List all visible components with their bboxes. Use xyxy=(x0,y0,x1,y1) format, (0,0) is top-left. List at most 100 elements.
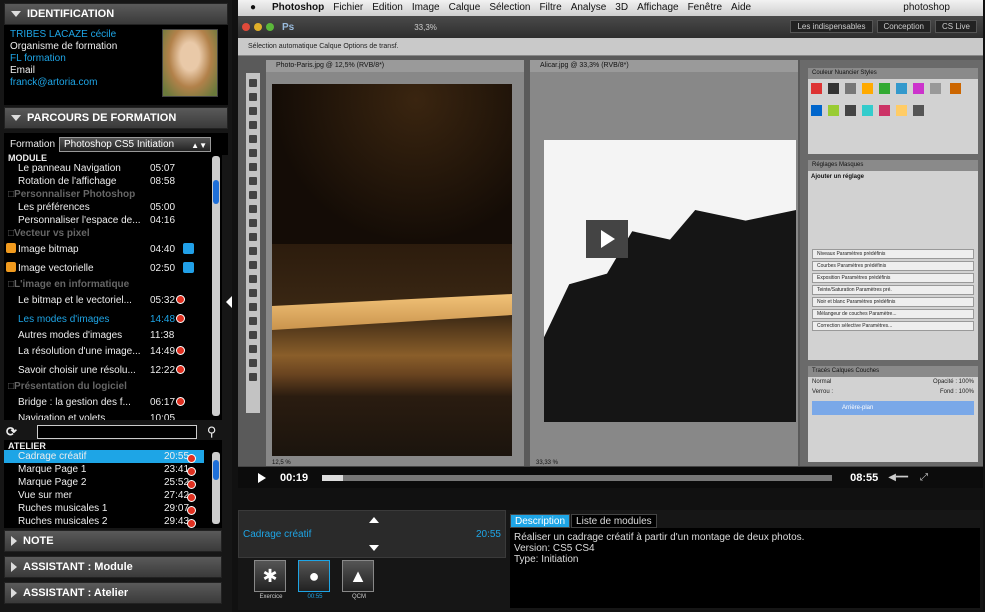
search-icon[interactable]: ⚲ xyxy=(207,424,217,440)
note-header[interactable]: NOTE xyxy=(4,530,222,552)
ink-photo xyxy=(544,140,796,422)
atelier-item[interactable]: Vue sur mer 27:42 xyxy=(4,489,222,502)
atelier-item[interactable]: Ruches musicales 2 29:43 xyxy=(4,515,222,528)
atelier-duration: 23:41 xyxy=(164,464,190,475)
module-section[interactable]: Présentation du logiciel xyxy=(4,380,222,393)
assistant-module-header[interactable]: ASSISTANT : Module xyxy=(4,556,222,578)
layers-panel: Tracés Calques Couches Normal Opacité : … xyxy=(808,366,978,462)
module-title: Autres modes d'images xyxy=(18,330,123,341)
module-item[interactable]: Le bitmap et le vectoriel... 05:32 xyxy=(4,291,222,310)
ps-menu-item: Affichage xyxy=(637,2,679,13)
atelier-item[interactable]: Cadrage créatif 20:55 xyxy=(4,450,204,463)
viewed-status-icon xyxy=(176,365,185,374)
module-item[interactable]: Autres modes d'images 11:38 xyxy=(4,329,222,342)
play-overlay-button[interactable] xyxy=(586,220,628,258)
module-scrollbar[interactable] xyxy=(212,156,220,416)
module-title: Les préférences xyxy=(18,202,90,213)
atelier-item[interactable]: Marque Page 2 25:52 xyxy=(4,476,222,489)
thumb-exercice[interactable]: ✱ Exercice xyxy=(254,560,288,602)
module-item[interactable]: Navigation et volets 10:05 xyxy=(4,412,222,420)
graduation-cap-icon: ▲ xyxy=(342,560,374,592)
sequence-thumbs: ✱ Exercice ● 00:55 ▲ QCM xyxy=(254,560,386,602)
module-item[interactable]: Les préférences 05:00 xyxy=(4,201,222,214)
menu-items: Fichier Edition Image Calque Sélection Filtre… xyxy=(333,0,760,16)
minimize-window-icon xyxy=(254,23,262,31)
next-arrow-icon[interactable] xyxy=(369,545,379,551)
video-screen[interactable]: ● Photoshop Fichier Edition Image Calque Sél… xyxy=(238,0,983,466)
scrollbar-thumb[interactable] xyxy=(213,180,219,204)
module-duration: 08:58 xyxy=(150,176,176,187)
atelier-scrollbar[interactable] xyxy=(212,452,220,524)
module-title: La résolution d'une image... xyxy=(18,346,141,357)
thumb-qcm[interactable]: ▲ QCM xyxy=(342,560,376,602)
module-duration: 14:49 xyxy=(150,346,176,357)
color-panel: Couleur Nuancier Styles xyxy=(808,68,978,154)
sequence-time: 20:55 xyxy=(475,529,501,540)
module-item[interactable]: Le panneau Navigation 05:07 xyxy=(4,162,222,175)
module-list: MODULE Le panneau Navigation 05:07 Rotatio… xyxy=(4,152,222,420)
edit-icon[interactable] xyxy=(183,243,194,254)
sequence-bar: Cadrage créatif 20:55 xyxy=(238,510,506,558)
tab-module-list[interactable]: Liste de modules xyxy=(571,514,657,528)
module-section[interactable]: L'image en informatique xyxy=(4,278,222,291)
ps-menu-item: Aide xyxy=(731,2,752,13)
description-version: Version: CS5 CS4 xyxy=(514,543,595,554)
viewed-status-icon xyxy=(187,480,196,489)
description-body: Réaliser un cadrage créatif à partir d'u… xyxy=(510,528,980,608)
assistant-atelier-header[interactable]: ASSISTANT : Atelier xyxy=(4,582,222,604)
close-window-icon xyxy=(242,23,250,31)
tab-description[interactable]: Description xyxy=(510,514,571,528)
atelier-item[interactable]: Marque Page 1 23:41 xyxy=(4,463,222,476)
module-item[interactable]: Rotation de l'affichage 08:58 xyxy=(4,175,222,188)
thumb-video[interactable]: ● 00:55 xyxy=(298,560,332,602)
play-icon[interactable] xyxy=(258,472,266,483)
module-section[interactable]: Personnaliser Photoshop xyxy=(4,188,222,201)
search-input[interactable] xyxy=(36,425,197,439)
fullscreen-icon[interactable]: ⤢ xyxy=(920,472,928,483)
identification-body: TRIBES LACAZE cécile Organisme de format… xyxy=(4,25,228,105)
lock-label: Verrou : xyxy=(812,389,834,395)
blend-mode: Normal xyxy=(812,379,832,385)
module-item[interactable]: Bridge : la gestion des f... 06:17 xyxy=(4,393,222,412)
module-duration: 11:38 xyxy=(150,330,175,341)
puzzle-icon: ✱ xyxy=(254,560,286,592)
identification-header[interactable]: IDENTIFICATION xyxy=(4,3,228,25)
viewed-status-icon xyxy=(176,295,185,304)
ps-menu-item: Sélection xyxy=(489,2,531,13)
module-section[interactable]: Vecteur vs pixel xyxy=(4,227,222,240)
refresh-icon[interactable]: ⟳ xyxy=(6,424,17,440)
adjustment-preset: Noir et blanc Paramètres prédéfinis xyxy=(812,297,974,307)
edit-icon[interactable] xyxy=(183,262,194,273)
parcours-header[interactable]: PARCOURS DE FORMATION xyxy=(4,107,228,129)
module-item[interactable]: Savoir choisir une résolu... 12:22 xyxy=(4,361,222,380)
volume-icon[interactable]: ◀━━ xyxy=(888,472,908,483)
ps-menu-item: Image xyxy=(411,2,440,13)
formation-select[interactable]: Photoshop CS5 Initiation ▲▼ xyxy=(59,136,212,152)
module-item[interactable]: Image bitmap 04:40 xyxy=(4,240,222,259)
viewed-status-icon xyxy=(176,314,185,323)
ps-menu-item: 3D xyxy=(615,2,629,13)
collapse-arrow-icon xyxy=(11,115,21,121)
atelier-item[interactable]: Ruches musicales 1 29:07 xyxy=(4,502,222,515)
previous-arrow-icon[interactable] xyxy=(369,517,379,523)
atelier-header: ATELIER xyxy=(8,441,46,451)
module-title: Présentation du logiciel xyxy=(8,380,127,393)
module-item[interactable]: Personnaliser l'espace de... 04:16 xyxy=(4,214,222,227)
module-duration: 05:07 xyxy=(150,163,176,174)
module-title: Le panneau Navigation xyxy=(18,163,121,174)
workspace-cslive: CS Live xyxy=(934,20,977,33)
viewed-status-icon xyxy=(176,346,185,355)
progress-track[interactable] xyxy=(322,474,833,481)
atelier-duration: 29:43 xyxy=(164,516,190,527)
module-item[interactable]: La résolution d'une image... 14:49 xyxy=(4,342,222,361)
adjustment-preset: Exposition Paramètres prédéfinis xyxy=(812,273,974,283)
ps-menu-item: Edition xyxy=(372,2,403,13)
search-row: ⟳ ⚲ xyxy=(4,424,222,440)
module-item[interactable]: Les modes d'images 14:48 xyxy=(4,310,222,329)
module-item[interactable]: Image vectorielle 02:50 xyxy=(4,259,222,278)
adjustment-preset: Teinte/Saturation Paramètres pré. xyxy=(812,285,974,295)
atelier-duration: 27:42 xyxy=(164,490,190,501)
collapse-sidebar-icon[interactable] xyxy=(226,296,232,308)
opacity-label: Opacité : 100% xyxy=(932,379,974,385)
scrollbar-thumb[interactable] xyxy=(213,460,219,480)
